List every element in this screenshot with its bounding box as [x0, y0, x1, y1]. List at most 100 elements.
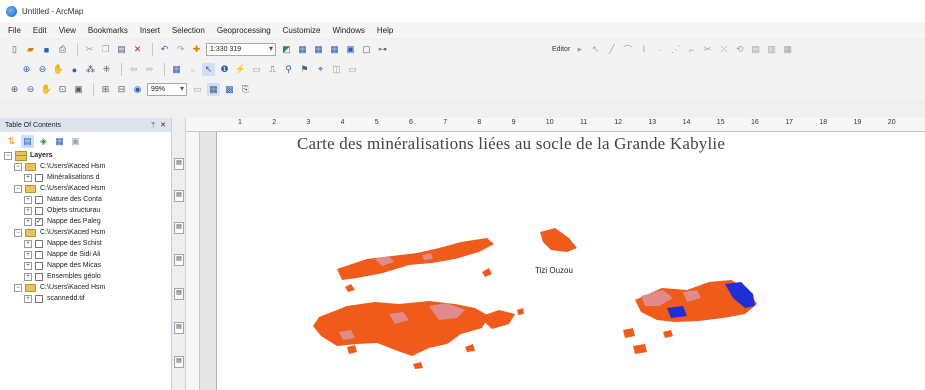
menu-bookmarks[interactable]: Bookmarks: [88, 26, 128, 35]
arctoolbox-icon[interactable]: ▣: [344, 43, 357, 56]
attributes-icon[interactable]: ▤: [749, 43, 762, 56]
find-icon[interactable]: ⚲: [282, 63, 295, 76]
clear-selection-icon[interactable]: ▫: [186, 63, 199, 76]
new-document-icon[interactable]: ▯: [8, 43, 21, 56]
fixed-zoom-out-icon[interactable]: ⁜: [100, 63, 113, 76]
undo-icon[interactable]: ↶: [158, 43, 171, 56]
html-popup-icon[interactable]: ▭: [250, 63, 263, 76]
save-icon[interactable]: ■: [40, 43, 53, 56]
layers-root[interactable]: − Layers: [4, 150, 171, 161]
search-tab[interactable]: ▤: [174, 190, 184, 202]
expand-icon[interactable]: +: [24, 250, 32, 259]
layer-visibility-checkbox[interactable]: [35, 294, 43, 303]
measure-icon[interactable]: ⎍: [266, 63, 279, 76]
toc-close-icon[interactable]: ✕: [160, 122, 166, 129]
collapse-icon[interactable]: −: [14, 228, 22, 237]
fixed-zoom-in-icon[interactable]: ⁂: [84, 63, 97, 76]
full-extent-icon[interactable]: ●: [68, 63, 81, 76]
expand-icon[interactable]: +: [24, 294, 32, 303]
expand-icon[interactable]: +: [24, 206, 32, 215]
delete-icon[interactable]: ✕: [131, 43, 144, 56]
menu-geoprocessing[interactable]: Geoprocessing: [217, 26, 271, 35]
editor-menu[interactable]: Editor: [552, 46, 570, 53]
menu-help[interactable]: Help: [377, 26, 393, 35]
toc-layer-row[interactable]: + scannedd.tif: [4, 293, 171, 304]
find-route-icon[interactable]: ⚑: [298, 63, 311, 76]
layer-visibility-checkbox[interactable]: [35, 272, 43, 281]
identify-icon[interactable]: ❶: [218, 63, 231, 76]
table-of-contents-icon[interactable]: ▦: [296, 43, 309, 56]
cut-icon[interactable]: ✂: [83, 43, 96, 56]
layer-visibility-checkbox[interactable]: [35, 195, 43, 204]
layout-view[interactable]: 1 2 3 4 5 6 7 8 9 10 11 12 13 14 15 16 17 18 19 20 Carte de…: [186, 118, 925, 390]
create-features-tab[interactable]: ▤: [174, 288, 184, 300]
collapse-icon[interactable]: −: [14, 184, 22, 193]
layer-visibility-checkbox[interactable]: [35, 239, 43, 248]
zoom-whole-page-icon[interactable]: ⊡: [56, 83, 69, 96]
layer-visibility-checkbox[interactable]: [35, 250, 43, 259]
attributes-tab[interactable]: ▤: [174, 322, 184, 334]
open-folder-icon[interactable]: ▰: [24, 43, 37, 56]
cut-polygons-icon[interactable]: ✂: [701, 43, 714, 56]
layout-zoom-out-icon[interactable]: ⊖: [24, 83, 37, 96]
select-features-icon[interactable]: ▦: [170, 63, 183, 76]
layout-zoom-in-icon[interactable]: ⊕: [8, 83, 21, 96]
catalog-tab[interactable]: ▤: [174, 158, 184, 170]
list-by-source-icon[interactable]: ▤: [21, 134, 34, 148]
go-back-extent-icon[interactable]: ◉: [131, 83, 144, 96]
toc-layer-row[interactable]: + ✓ Nappe des Paleg: [4, 216, 171, 227]
layout-page[interactable]: Carte des minéralisations liées au socle…: [216, 132, 925, 390]
menu-insert[interactable]: Insert: [140, 26, 160, 35]
focus-data-frame-icon[interactable]: ▦: [207, 83, 220, 96]
layer-visibility-checkbox[interactable]: [35, 206, 43, 215]
layout-zoom-combo[interactable]: 99%: [147, 83, 187, 96]
layer-visibility-checkbox[interactable]: [35, 261, 43, 270]
toggle-draft-mode-icon[interactable]: ▭: [191, 83, 204, 96]
toc-options-icon[interactable]: ▣: [69, 135, 82, 148]
map-scale-combo[interactable]: 1:330 319: [206, 43, 276, 56]
change-layout-icon[interactable]: ▩: [223, 83, 236, 96]
edit-tool-icon[interactable]: ▸: [573, 43, 586, 56]
toc-layer-row[interactable]: + Nappe de Sidi Ali: [4, 249, 171, 260]
redo-icon[interactable]: ↷: [174, 43, 187, 56]
end-point-arc-icon[interactable]: ⌒: [621, 43, 634, 56]
point-icon[interactable]: ·: [653, 43, 666, 56]
reshape-icon[interactable]: ⌐: [685, 43, 698, 56]
layer-visibility-checkbox[interactable]: [35, 173, 43, 182]
expand-icon[interactable]: +: [24, 217, 32, 226]
straight-segment-icon[interactable]: ╱: [605, 43, 618, 56]
toc-group-row[interactable]: − C:\Users\Kaced Hsm: [4, 161, 171, 172]
collapse-icon[interactable]: −: [14, 162, 22, 171]
arctoolbox-tab[interactable]: ▤: [174, 222, 184, 234]
expand-icon[interactable]: +: [24, 239, 32, 248]
fixed-zoom-out-layout-icon[interactable]: ⊟: [115, 83, 128, 96]
hyperlink-icon[interactable]: ⚡: [234, 63, 247, 76]
menu-view[interactable]: View: [59, 26, 76, 35]
results-tab[interactable]: ▤: [174, 254, 184, 266]
time-slider-icon[interactable]: ◫: [330, 63, 343, 76]
geology-map[interactable]: [217, 132, 925, 390]
sketch-properties-icon[interactable]: ▥: [765, 43, 778, 56]
fixed-zoom-in-layout-icon[interactable]: ⊞: [99, 83, 112, 96]
zoom-out-icon[interactable]: ⊖: [36, 63, 49, 76]
menu-customize[interactable]: Customize: [283, 26, 321, 35]
paste-icon[interactable]: ▤: [115, 43, 128, 56]
model-builder-icon[interactable]: ⊶: [376, 43, 389, 56]
menu-selection[interactable]: Selection: [172, 26, 205, 35]
list-by-visibility-icon[interactable]: ◈: [37, 135, 50, 148]
toc-group-row[interactable]: − C:\Users\Kaced Hsm: [4, 282, 171, 293]
toc-layer-row[interactable]: + Nappe des Schist: [4, 238, 171, 249]
menu-edit[interactable]: Edit: [33, 26, 47, 35]
expand-icon[interactable]: +: [24, 195, 32, 204]
editor-toolbar-icon[interactable]: ◩: [280, 43, 293, 56]
toc-layer-row[interactable]: + Minéralisations d: [4, 172, 171, 183]
expand-icon[interactable]: +: [24, 261, 32, 270]
toc-layer-row[interactable]: + Ensembles géolo: [4, 271, 171, 282]
go-to-xy-icon[interactable]: ⌖: [314, 63, 327, 76]
image-analysis-tab[interactable]: ▤: [174, 356, 184, 368]
edit-vertices-icon[interactable]: ⋰: [669, 43, 682, 56]
select-elements-icon[interactable]: ↖: [202, 63, 215, 76]
edit-annotation-icon[interactable]: ↖: [589, 43, 602, 56]
layout-pan-icon[interactable]: ✋: [40, 83, 53, 96]
zoom-100-icon[interactable]: ▣: [72, 83, 85, 96]
